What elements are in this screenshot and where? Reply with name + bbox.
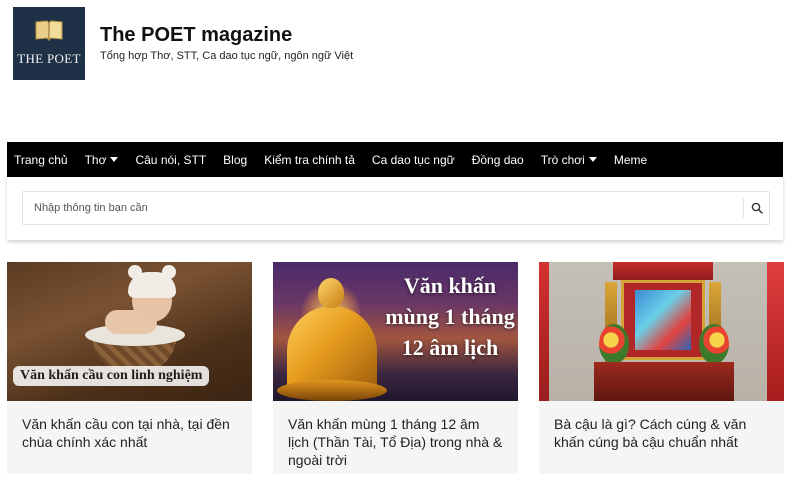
caret-down-icon — [110, 157, 119, 162]
nav-item-trang-chu[interactable]: Trang chủ — [14, 153, 68, 167]
thumbnail-shape — [635, 290, 691, 350]
thumbnail-caption: Văn khấn cầu con linh nghiệm — [13, 366, 210, 386]
article-thumbnail[interactable]: Văn khấn cầu con linh nghiệm — [7, 262, 252, 401]
search-box — [22, 191, 770, 225]
article-thumbnail[interactable] — [539, 262, 784, 401]
nav-item-label: Đồng dao — [471, 152, 524, 167]
nav-item-ca-dao-tuc-ngu[interactable]: Ca dao tục ngữ — [372, 153, 455, 167]
site-tagline: Tổng hợp Thơ, STT, Ca dao tục ngữ, ngôn … — [100, 50, 354, 62]
thumbnail-caption: Văn khấn mùng 1 tháng 12 âm lịch — [385, 273, 515, 360]
caret-down-icon — [588, 157, 597, 162]
thumbnail-shape — [539, 262, 549, 401]
article-thumbnail[interactable]: Văn khấn mùng 1 tháng 12 âm lịch — [273, 262, 518, 401]
nav-item-tho[interactable]: Thơ — [85, 153, 119, 167]
thumbnail-shape — [599, 324, 629, 364]
nav-item-dong-dao[interactable]: Đồng dao — [472, 153, 524, 167]
book-icon — [35, 20, 63, 41]
search-panel — [7, 177, 783, 240]
nav-item-label: Trang chủ — [14, 152, 68, 167]
nav-item-label: Thơ — [84, 152, 107, 167]
thumbnail-shape — [594, 362, 734, 401]
article-card[interactable]: Bà cậu là gì? Cách cúng & văn khấn cúng … — [539, 262, 784, 474]
nav-item-meme[interactable]: Meme — [614, 153, 647, 167]
article-title[interactable]: Văn khấn cầu con tại nhà, tại đền chùa c… — [22, 415, 242, 451]
nav-item-label: Câu nói, STT — [135, 152, 207, 167]
nav-item-label: Blog — [223, 152, 248, 167]
nav-item-label: Kiểm tra chính tả — [264, 152, 355, 167]
nav-item-label: Ca dao tục ngữ — [371, 152, 455, 167]
article-card[interactable]: Văn khấn cầu con linh nghiệm Văn khấn cầ… — [7, 262, 252, 474]
thumbnail-shape — [613, 262, 713, 280]
thumbnail-shape — [767, 262, 784, 401]
nav-item-blog[interactable]: Blog — [223, 153, 247, 167]
nav-item-label: Meme — [613, 152, 648, 167]
logo-text: THE POET — [17, 51, 81, 66]
nav-item-tro-choi[interactable]: Trò chơi — [541, 153, 597, 167]
search-input[interactable] — [23, 192, 743, 224]
thumbnail-shape — [128, 272, 176, 298]
nav-item-kiem-tra-chinh-ta[interactable]: Kiểm tra chính tả — [264, 153, 355, 167]
search-icon — [751, 202, 763, 214]
thumbnail-shape — [318, 278, 344, 308]
site-logo[interactable]: THE POET — [13, 7, 85, 80]
nav-item-cau-noi-stt[interactable]: Câu nói, STT — [135, 153, 206, 167]
thumbnail-shape — [699, 324, 729, 364]
search-button[interactable] — [743, 198, 769, 218]
main-nav: Trang chủ Thơ Câu nói, STT Blog Kiểm tra… — [7, 142, 783, 177]
article-title[interactable]: Văn khấn mùng 1 tháng 12 âm lịch (Thần T… — [288, 415, 503, 469]
site-title[interactable]: The POET magazine — [100, 24, 292, 47]
article-title[interactable]: Bà cậu là gì? Cách cúng & văn khấn cúng … — [554, 415, 774, 451]
article-card[interactable]: Văn khấn mùng 1 tháng 12 âm lịch Văn khấ… — [273, 262, 518, 474]
nav-item-label: Trò chơi — [540, 152, 585, 167]
thumbnail-shape — [277, 380, 387, 401]
